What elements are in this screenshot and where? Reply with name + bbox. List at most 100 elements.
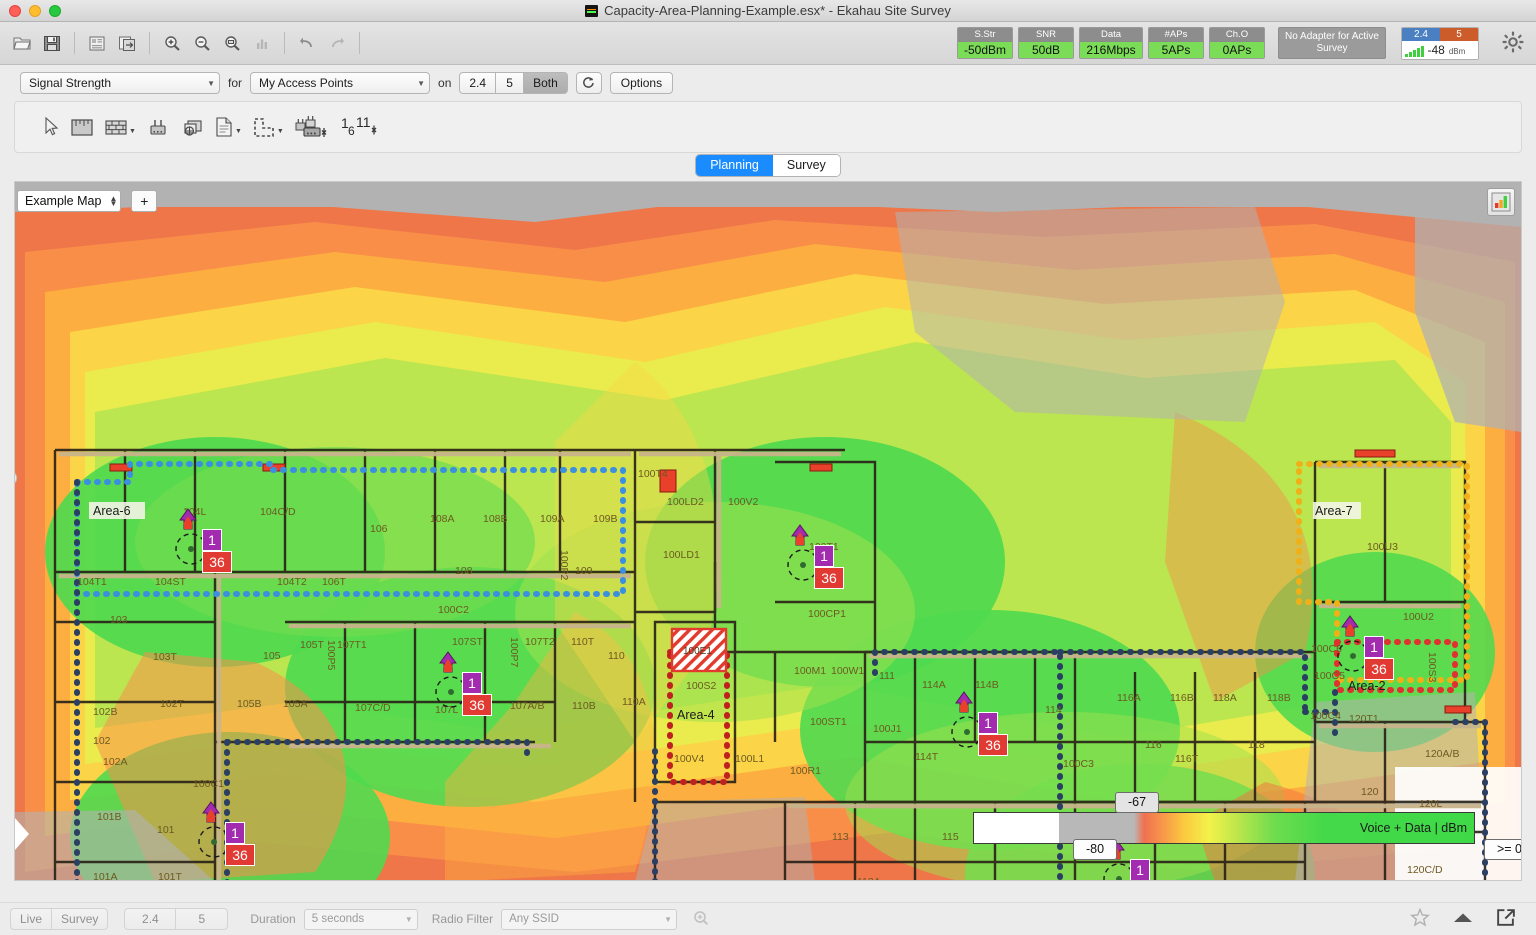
redo-icon[interactable] [323,29,351,57]
legend-low-handle[interactable]: -80 [1073,839,1118,860]
svg-text:110: 110 [608,650,625,662]
chevron-up-icon[interactable] [1452,911,1474,928]
save-file-icon[interactable] [38,29,66,57]
svg-text:110B: 110B [572,700,596,712]
zoom-fit-icon[interactable] [218,29,246,57]
svg-text:101A: 101A [93,871,118,881]
ekahau-icon [585,4,599,17]
svg-text:11: 11 [356,114,371,130]
svg-text:114A: 114A [922,679,946,691]
add-map-button[interactable]: + [131,190,158,212]
svg-text:116A: 116A [1117,692,1141,704]
radio-filter-select[interactable]: Any SSID ▼ [501,908,678,930]
ap-marker-100t1[interactable]: 1 36 [787,523,844,589]
ap-count-stat: #APs 5APs [1148,26,1204,59]
toolbar-divider-3 [284,32,285,54]
open-file-icon[interactable] [8,29,36,57]
heatmap-legend[interactable]: Voice + Data | dBm -67 -80 >= 0 [973,792,1521,860]
heatmap-canvas[interactable]: Area-6 Area-7 Area-2 Area-4 100E1 Area-1 [15,182,1521,880]
ap-marker-104l[interactable]: 1 36 [175,507,232,573]
svg-text:120: 120 [1361,786,1379,798]
svg-text:110T: 110T [571,636,595,648]
bottom-panel-expand-handle[interactable] [15,818,29,850]
ap-marker-100c6[interactable]: 1 36 [1337,614,1394,680]
adapter-notice[interactable]: No Adapter for Active Survey [1278,26,1386,59]
svg-text:118: 118 [1248,739,1265,751]
channel-plan-tool[interactable]: 1 6 11 [338,111,388,143]
adapter-signal-meter: 2.4 5 -48 dBm [1401,26,1479,60]
svg-text:105T: 105T [300,639,325,651]
svg-text:108: 108 [455,565,473,577]
display-mode-select[interactable]: Signal Strength ▼ [20,72,220,94]
svg-text:105B: 105B [237,698,262,710]
bottom-band-toggle: 2.4 5 [124,908,229,930]
svg-text:114: 114 [1045,704,1062,716]
star-icon[interactable] [1410,907,1430,930]
magnifier-icon[interactable] [693,910,709,929]
zoom-in-icon[interactable] [158,29,186,57]
ap-scope-select[interactable]: My Access Points ▼ [250,72,431,94]
bar-chart-icon[interactable] [248,29,276,57]
chevron-down-icon: ▼ [276,128,284,135]
refresh-button[interactable] [575,72,602,94]
bottom-band-5[interactable]: 5 [176,908,229,930]
svg-text:100ST1: 100ST1 [810,716,847,728]
export-icon[interactable] [113,29,141,57]
duration-label: Duration [250,912,296,926]
map-selector[interactable]: Example Map ▲ ▼ [17,190,122,212]
ap-channel-badge: 1 [978,712,998,734]
wall-tool[interactable]: ▼ [102,113,138,141]
live-survey-toggle: Live Survey [10,908,109,930]
svg-text:100T4: 100T4 [638,468,668,480]
survey-button[interactable]: Survey [52,908,109,930]
heatmap-chart-toggle[interactable] [1487,188,1515,216]
undo-icon[interactable] [293,29,321,57]
chevron-down-icon: ▼ [234,128,242,135]
file-tool-group [8,29,366,57]
expand-icon[interactable] [1496,908,1516,930]
band-button-5[interactable]: 5 [496,72,525,94]
svg-text:100P5: 100P5 [325,640,337,671]
ap-marker-101[interactable]: 1 36 [198,800,255,866]
area-tool[interactable]: ▼ [250,113,286,141]
bottom-band-24[interactable]: 2.4 [124,908,177,930]
display-mode-value: Signal Strength [29,76,112,90]
gear-icon[interactable] [1498,27,1528,57]
chevron-down-icon: ▼ [404,914,413,924]
chevron-down-icon: ▼ [417,78,426,88]
select-tool[interactable] [41,113,62,141]
svg-text:100V2: 100V2 [728,496,759,508]
band-button-both[interactable]: Both [524,72,568,94]
radio-filter-label: Radio Filter [431,912,494,926]
svg-text:109B: 109B [593,513,618,525]
signal-bars-icon [1405,45,1424,57]
ap-power-badge: 36 [1364,658,1394,680]
access-point-tool[interactable] [144,113,172,141]
svg-text:116: 116 [1145,739,1162,751]
svg-text:100S3: 100S3 [1426,652,1438,683]
duration-select[interactable]: 5 seconds ▼ [303,908,418,930]
svg-text:100V1: 100V1 [737,880,768,881]
zoom-out-icon[interactable] [188,29,216,57]
svg-text:100U3: 100U3 [1367,541,1398,553]
auto-plan-tool[interactable] [292,112,332,142]
ap-placement-tool[interactable] [178,113,206,141]
signal-strength-stat: S.Str -50dBm [957,26,1013,59]
svg-text:109: 109 [575,565,593,577]
legend-high-handle[interactable]: >= 0 [1483,839,1521,860]
ap-marker-114st[interactable]: 1 36 [951,690,1008,756]
note-tool[interactable]: ▼ [212,113,244,141]
ap-marker-107l[interactable]: 1 36 [435,650,492,716]
live-button[interactable]: Live [10,908,53,930]
bottom-right-actions [1410,907,1526,930]
floorplan-heatmap-view[interactable]: Area-6 Area-7 Area-2 Area-4 100E1 Area-1 [14,181,1522,881]
svg-text:114T: 114T [915,751,939,763]
options-button[interactable]: Options [609,72,674,94]
report-icon[interactable] [83,29,111,57]
svg-text:110A: 110A [622,696,646,708]
tab-survey[interactable]: Survey [772,154,840,176]
legend-mid-handle[interactable]: -67 [1115,792,1160,813]
tab-planning[interactable]: Planning [696,154,773,176]
measure-tool[interactable] [68,113,96,141]
band-button-24[interactable]: 2.4 [459,72,497,94]
